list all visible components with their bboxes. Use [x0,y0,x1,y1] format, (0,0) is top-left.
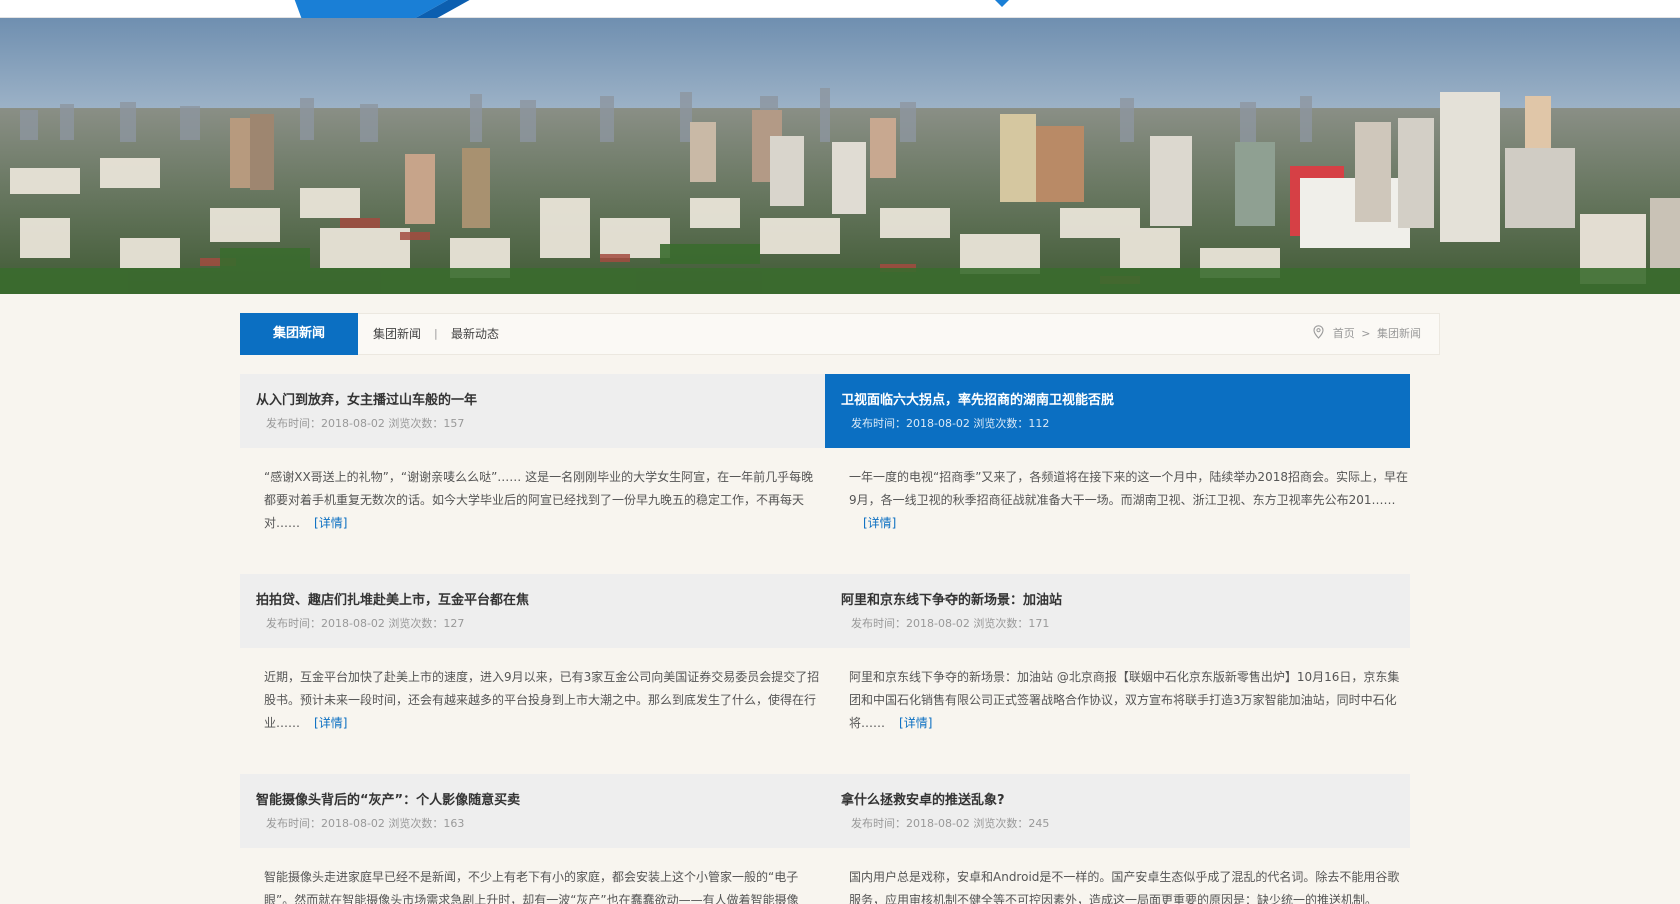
nav-caret-icon [995,0,1009,7]
news-item: 智能摄像头背后的“灰产”：个人影像随意买卖 发布时间：2018-08-02 浏览… [240,774,825,904]
news-title[interactable]: 卫视面临六大拐点，率先招商的湖南卫视能否脱 [841,392,1410,409]
details-link[interactable]: [详情] [899,716,932,730]
subnav-link-group-news[interactable]: 集团新闻 [373,314,421,354]
news-title[interactable]: 拍拍贷、趣店们扎堆赴美上市，互金平台都在焦 [256,592,825,609]
top-header [0,0,1680,18]
news-header: 拿什么拯救安卓的推送乱象? 发布时间：2018-08-02 浏览次数：245 [825,774,1410,848]
sub-navigation: 集团新闻 集团新闻 | 最新动态 首页 > 集团新闻 [240,313,1440,355]
news-summary: 阿里和京东线下争夺的新场景：加油站 @北京商报【联姻中石化京东版新零售出炉】10… [825,648,1410,735]
news-summary: 一年一度的电视“招商季”又来了，各频道将在接下来的这一个月中，陆续举办2018招… [825,448,1410,535]
location-pin-icon [1313,325,1324,339]
news-summary-text: 智能摄像头走进家庭早已经不是新闻，不少上有老下有小的家庭，都会安装上这个小管家一… [264,870,799,904]
news-meta: 发布时间：2018-08-02 浏览次数：163 [266,817,465,830]
news-item: 拍拍贷、趣店们扎堆赴美上市，互金平台都在焦 发布时间：2018-08-02 浏览… [240,574,825,735]
news-header: 拍拍贷、趣店们扎堆赴美上市，互金平台都在焦 发布时间：2018-08-02 浏览… [240,574,825,648]
news-item: 拿什么拯救安卓的推送乱象? 发布时间：2018-08-02 浏览次数：245 国… [825,774,1410,904]
city-skyline-image [0,18,1680,294]
news-title[interactable]: 从入门到放弃，女主播过山车般的一年 [256,392,825,409]
news-meta: 发布时间：2018-08-02 浏览次数：112 [851,417,1050,430]
banner-image [0,18,1680,294]
details-link[interactable]: [详情] [314,716,347,730]
news-title[interactable]: 阿里和京东线下争夺的新场景：加油站 [841,592,1410,609]
subnav-link-latest[interactable]: 最新动态 [451,314,499,354]
news-summary: “感谢XX哥送上的礼物”，“谢谢亲唛么么哒”…… 这是一名刚刚毕业的大学女生阿宣… [240,448,825,535]
subnav-separator: | [434,327,438,340]
news-summary: 国内用户总是戏称，安卓和Android是不一样的。国产安卓生态似乎成了混乱的代名… [825,848,1410,904]
news-summary: 智能摄像头走进家庭早已经不是新闻，不少上有老下有小的家庭，都会安装上这个小管家一… [240,848,825,904]
breadcrumb-current: 集团新闻 [1377,327,1421,340]
news-title[interactable]: 拿什么拯救安卓的推送乱象? [841,792,1410,809]
news-header: 智能摄像头背后的“灰产”：个人影像随意买卖 发布时间：2018-08-02 浏览… [240,774,825,848]
news-summary-text: 国内用户总是戏称，安卓和Android是不一样的。国产安卓生态似乎成了混乱的代名… [849,870,1400,904]
news-summary: 近期，互金平台加快了赴美上市的速度，进入9月以来，已有3家互金公司向美国证券交易… [240,648,825,735]
news-summary-text: 一年一度的电视“招商季”又来了，各频道将在接下来的这一个月中，陆续举办2018招… [849,470,1408,507]
news-item: 从入门到放弃，女主播过山车般的一年 发布时间：2018-08-02 浏览次数：1… [240,374,825,535]
news-meta: 发布时间：2018-08-02 浏览次数：245 [851,817,1050,830]
details-link[interactable]: [详情] [314,516,347,530]
news-meta: 发布时间：2018-08-02 浏览次数：157 [266,417,465,430]
breadcrumb-home[interactable]: 首页 [1333,327,1355,340]
news-meta: 发布时间：2018-08-02 浏览次数：171 [851,617,1050,630]
breadcrumb-arrow: > [1361,327,1371,340]
news-header: 阿里和京东线下争夺的新场景：加油站 发布时间：2018-08-02 浏览次数：1… [825,574,1410,648]
news-item: 阿里和京东线下争夺的新场景：加油站 发布时间：2018-08-02 浏览次数：1… [825,574,1410,735]
section-title: 集团新闻 [240,313,358,355]
news-title[interactable]: 智能摄像头背后的“灰产”：个人影像随意买卖 [256,792,825,809]
news-meta: 发布时间：2018-08-02 浏览次数：127 [266,617,465,630]
news-item: 卫视面临六大拐点，率先招商的湖南卫视能否脱 发布时间：2018-08-02 浏览… [825,374,1410,535]
details-link[interactable]: [详情] [863,516,896,530]
breadcrumb: 首页 > 集团新闻 [1313,314,1421,354]
news-header: 从入门到放弃，女主播过山车般的一年 发布时间：2018-08-02 浏览次数：1… [240,374,825,448]
news-summary-text: 近期，互金平台加快了赴美上市的速度，进入9月以来，已有3家互金公司向美国证券交易… [264,670,820,730]
news-header-active: 卫视面临六大拐点，率先招商的湖南卫视能否脱 发布时间：2018-08-02 浏览… [825,374,1410,448]
